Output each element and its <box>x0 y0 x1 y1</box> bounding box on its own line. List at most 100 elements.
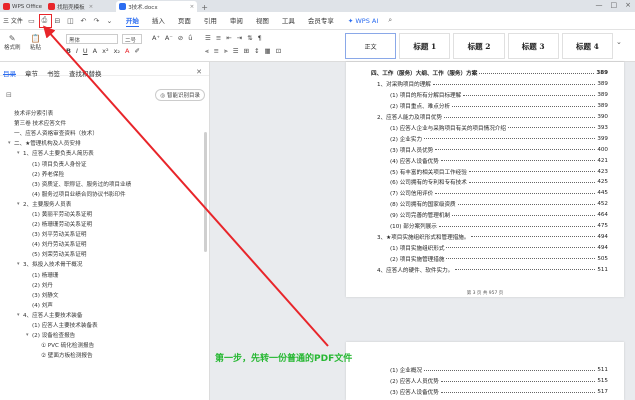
toc-entry[interactable]: (1) 企业概况 511 <box>390 365 608 376</box>
font-name-select[interactable]: 黑体 <box>66 34 118 44</box>
font-size-select[interactable]: 二号 <box>122 34 142 44</box>
toc-entry[interactable]: (2) 项目实施管理措施 505 <box>390 253 608 264</box>
nav-tab-bookmarks[interactable]: 书签 <box>47 68 60 78</box>
close-panel-icon[interactable]: ✕ <box>196 68 202 76</box>
menu-view[interactable]: 视图 <box>256 15 269 27</box>
toc-entry[interactable]: (9) 公司完善的管理机制 464 <box>390 210 608 221</box>
toc-item[interactable]: ② 壁面方板检测报告 <box>0 350 205 360</box>
bold-icon[interactable]: B <box>66 47 71 55</box>
menu-review[interactable]: 审阅 <box>230 15 243 27</box>
toc-entry[interactable]: (10) 部分案列展示 475 <box>390 221 608 232</box>
toc-item[interactable]: 第三卷 技术应答文件 <box>0 118 205 128</box>
shading-icon[interactable]: ▦ <box>265 47 271 56</box>
tab-wps-office[interactable]: WPS Office <box>0 1 45 12</box>
clear-format-icon[interactable]: ⊘ <box>178 34 183 42</box>
align-right-icon[interactable]: ⫸ <box>224 47 228 56</box>
strikethrough-icon[interactable]: A <box>93 47 97 55</box>
justify-icon[interactable]: ☰ <box>233 47 239 56</box>
toc-item[interactable]: (2) 杨珊珊劳动关系证明 <box>0 219 205 229</box>
toc-entry[interactable]: (2) 应答人人员优势 515 <box>390 376 608 387</box>
shrink-font-icon[interactable]: A⁻ <box>165 34 173 42</box>
toc-item[interactable]: (3) 刘静文 <box>0 290 205 300</box>
wps-ai-button[interactable]: ✦ WPS AI <box>348 17 378 25</box>
phonetic-icon[interactable]: ǘ <box>188 34 192 42</box>
collapse-all-icon[interactable]: ⊟ <box>6 91 12 99</box>
toc-entry[interactable]: (3) 项目人员优势 400 <box>390 144 608 155</box>
toc-item[interactable]: (4) 服务过项目业绩合同协议书影印件 <box>0 189 205 199</box>
nav-tab-sections[interactable]: 章节 <box>25 68 38 78</box>
toc-entry[interactable]: (4) 应答人设备优势 421 <box>390 155 608 166</box>
style-heading-3[interactable]: 标题 3 <box>507 33 559 59</box>
menu-home[interactable]: 开始 <box>125 15 139 27</box>
toc-item[interactable]: (1) 黄丽平劳动关系证明 <box>0 209 205 219</box>
tab-template[interactable]: 找稻壳模板 × <box>45 1 96 12</box>
minimize-icon[interactable]: — <box>596 1 603 9</box>
highlight-icon[interactable]: ✐ <box>134 47 139 55</box>
redo-icon[interactable]: ↷ <box>92 16 101 25</box>
style-heading-1[interactable]: 标题 1 <box>399 33 451 59</box>
toc-entry[interactable]: (8) 公司拥有的国家级资质 452 <box>390 199 608 210</box>
format-painter-button[interactable]: ✎ 格式刷 <box>4 34 21 51</box>
nav-scrollbar[interactable] <box>204 132 207 252</box>
toc-entry[interactable]: (1) 项目实施组织形式 494 <box>390 242 608 253</box>
toc-item[interactable]: ▾ 二、★管理机构及人员安排 <box>0 138 205 148</box>
toc-entry[interactable]: (1) 应答人企业与采购项目有关的项目情况介绍 393 <box>390 123 608 134</box>
decrease-indent-icon[interactable]: ⇤ <box>226 34 231 42</box>
new-tab-button[interactable]: + <box>197 3 212 12</box>
close-tab-icon[interactable]: × <box>190 4 195 10</box>
toc-item[interactable]: ▾ 4、应答人主要技术装备 <box>0 310 205 320</box>
menu-page[interactable]: 页面 <box>178 15 191 27</box>
distributed-icon[interactable]: ⊞ <box>244 47 249 56</box>
menu-tools[interactable]: 工具 <box>282 15 295 27</box>
align-center-icon[interactable]: ≡ <box>214 47 219 56</box>
more-icon[interactable]: ⌄ <box>105 16 114 25</box>
superscript-icon[interactable]: x² <box>102 47 108 55</box>
toc-item[interactable]: ① PVC 硫化检测报告 <box>0 340 205 350</box>
maximize-icon[interactable]: □ <box>611 1 618 9</box>
undo-icon[interactable]: ↶ <box>79 16 88 25</box>
menu-member[interactable]: 会员专享 <box>308 15 334 27</box>
toc-entry[interactable]: 1、对采购项目的理解 389 <box>377 79 608 90</box>
toc-entry[interactable]: (6) 公司拥有的专利和专有技术 425 <box>390 177 608 188</box>
toc-item[interactable]: (3) 刘平劳动关系证明 <box>0 229 205 239</box>
underline-icon[interactable]: U <box>83 47 88 55</box>
show-marks-icon[interactable]: ¶ <box>258 34 262 42</box>
toc-item[interactable]: (3) 资质证、职称证、服务过的项目业绩 <box>0 179 205 189</box>
nav-tab-toc[interactable]: 目录 <box>3 68 16 78</box>
style-normal[interactable]: 正文 <box>345 33 397 59</box>
sort-icon[interactable]: ⇅ <box>247 34 252 42</box>
font-color-icon[interactable]: A <box>125 47 129 55</box>
border-icon[interactable]: ⊡ <box>276 47 281 56</box>
tab-document[interactable]: 3技术.docx × <box>116 1 198 12</box>
toc-entry[interactable]: (1) 项目的所有分解目标理解 389 <box>390 90 608 101</box>
toc-entry[interactable]: (5) 有丰富的相关项目工作经验 423 <box>390 166 608 177</box>
toc-item[interactable]: (1) 杨珊珊 <box>0 270 205 280</box>
print-icon[interactable]: ⊟ <box>53 16 62 25</box>
styles-more-icon[interactable]: ⌄ <box>616 38 622 46</box>
toc-item[interactable]: ▾ 3、拟投入技术骨干概况 <box>0 259 205 269</box>
paste-button[interactable]: 📋 粘贴 <box>30 34 41 51</box>
toc-entry[interactable]: (2) 项目重点、难点分析 389 <box>390 101 608 112</box>
style-heading-4[interactable]: 标题 4 <box>561 33 614 59</box>
toc-item[interactable]: (2) 养老保险 <box>0 169 205 179</box>
toc-item[interactable]: ▾ (2) 设备检查报告 <box>0 330 205 340</box>
toc-item[interactable]: (1) 项目负责人身份证 <box>0 158 205 168</box>
italic-icon[interactable]: I <box>76 47 78 55</box>
bullet-list-icon[interactable]: ☰ <box>205 34 211 42</box>
toc-item[interactable]: 技术评分索引表 <box>0 108 205 118</box>
save-icon[interactable]: ▭ <box>27 16 36 25</box>
toc-entry[interactable]: 3、★项目实施组织形式和管理措施。 494 <box>377 232 608 243</box>
align-left-icon[interactable]: ⫷ <box>205 47 209 56</box>
toc-entry[interactable]: 4、应答人的硬件、软件实力。 511 <box>377 264 608 275</box>
grow-font-icon[interactable]: A⁺ <box>152 34 160 42</box>
toc-entry[interactable]: 四、工作（服务）大纲、工作（服务）方案 389 <box>371 68 608 79</box>
toc-item[interactable]: (1) 应答人主要技术装备表 <box>0 320 205 330</box>
toc-entry[interactable]: (3) 应答人设备优势 517 <box>390 387 608 398</box>
toc-item[interactable]: 一、应答人资格审查资料（技术） <box>0 128 205 138</box>
line-spacing-icon[interactable]: ↕ <box>254 47 259 56</box>
search-icon[interactable]: ⌕ <box>388 16 392 25</box>
menu-insert[interactable]: 插入 <box>152 15 165 27</box>
toc-item[interactable]: (5) 刘荣劳动关系证明 <box>0 249 205 259</box>
print-preview-icon[interactable]: ◫ <box>66 16 75 25</box>
toc-item[interactable]: (4) 刘丹劳动关系证明 <box>0 239 205 249</box>
